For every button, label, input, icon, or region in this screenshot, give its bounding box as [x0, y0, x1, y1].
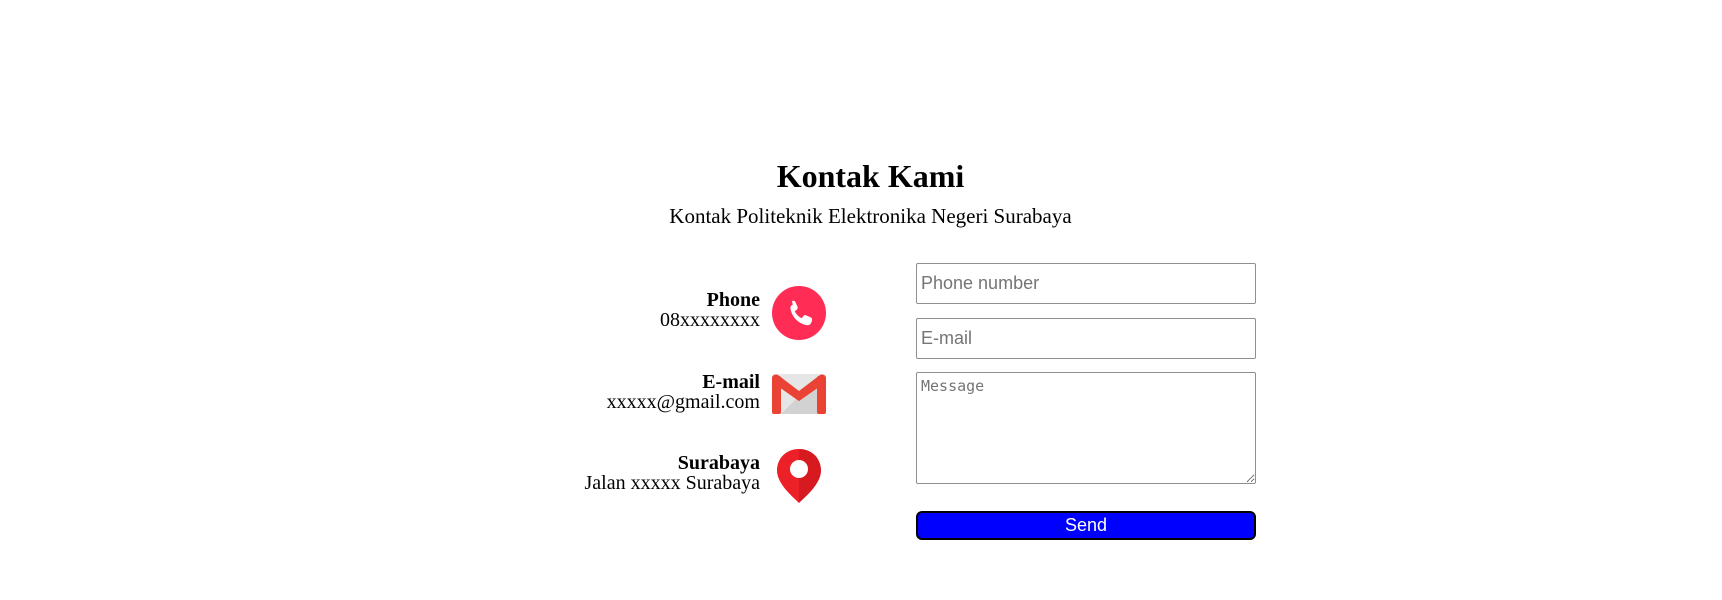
phone-number-input[interactable]: [916, 263, 1256, 304]
contact-phone-value: 08xxxxxxxx: [660, 309, 760, 331]
page-title: Kontak Kami: [776, 158, 965, 194]
contact-location-title: Surabaya: [677, 452, 760, 474]
contact-location-value: Jalan xxxxx Surabaya: [584, 472, 760, 494]
message-textarea[interactable]: [916, 372, 1256, 484]
send-button[interactable]: Send: [916, 511, 1256, 540]
contact-phone-title: Phone: [706, 289, 760, 311]
phone-icon: [771, 285, 827, 341]
location-pin-icon: [774, 447, 824, 505]
gmail-icon: [771, 372, 827, 428]
page-subtitle: Kontak Politeknik Elektronika Negeri Sur…: [669, 204, 1072, 228]
contact-phone: Phone 08xxxxxxxx: [460, 290, 760, 330]
contact-email-value: xxxxx@gmail.com: [606, 391, 760, 413]
contact-page: Kontak Kami Kontak Politeknik Elektronik…: [0, 0, 1722, 600]
contact-email: E-mail xxxxx@gmail.com: [460, 372, 760, 412]
contact-location: Surabaya Jalan xxxxx Surabaya: [460, 453, 760, 493]
contact-email-title: E-mail: [702, 371, 760, 393]
email-input[interactable]: [916, 318, 1256, 359]
